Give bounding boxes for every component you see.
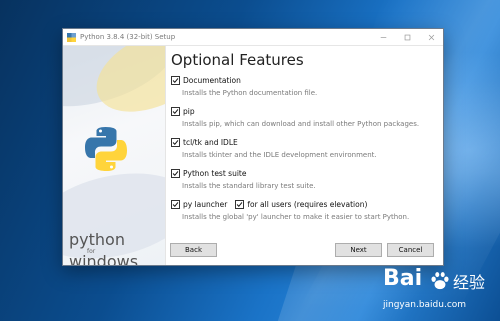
python-logo-icon [85,127,127,171]
py-launcher-label[interactable]: py launcher [183,200,227,209]
back-button[interactable]: Back [170,243,217,257]
features-panel: Optional Features Documentation Installs… [170,51,437,230]
option-documentation: Documentation [171,75,437,86]
minimize-icon [380,36,386,38]
checkmark-icon [172,202,179,207]
pip-description: Installs pip, which can download and ins… [182,120,420,128]
checkmark-icon [172,78,179,83]
test-suite-label[interactable]: Python test suite [183,169,246,178]
brand-windows-text: windows [69,252,139,266]
option-py-launcher: py launcher for all users (requires elev… [171,199,437,210]
watermark-jingyan-text: 经验 [453,273,486,292]
for-all-users-label[interactable]: for all users (requires elevation) [247,200,367,209]
next-button[interactable]: Next [335,243,382,257]
for-all-users-checkbox[interactable] [235,200,245,209]
tcltk-idle-checkbox[interactable] [171,138,180,147]
option-pip: pip [171,106,437,117]
window-title: Python 3.8.4 (32-bit) Setup [80,33,176,41]
documentation-label[interactable]: Documentation [183,76,241,85]
option-tcltk-idle: tcl/tk and IDLE [171,137,437,148]
documentation-description: Installs the Python documentation file. [182,89,318,97]
pip-checkbox[interactable] [171,107,180,116]
checkmark-icon [172,109,179,114]
py-launcher-description: Installs the global 'py' launcher to mak… [182,213,410,221]
setup-window: Python 3.8.4 (32-bit) Setup python for w… [62,28,444,266]
minimize-button[interactable] [371,29,395,45]
watermark-brand-text: Bai [383,266,423,291]
test-suite-description: Installs the standard library test suite… [182,182,316,190]
checkmark-icon [237,202,243,207]
title-bar: Python 3.8.4 (32-bit) Setup [63,29,443,46]
python-app-icon [67,32,76,42]
pip-label[interactable]: pip [183,107,195,116]
brand-python-text: python [69,230,125,249]
maximize-icon [404,34,410,40]
tcltk-idle-label[interactable]: tcl/tk and IDLE [183,138,238,147]
option-test-suite: Python test suite [171,168,437,179]
maximize-button[interactable] [395,29,419,45]
page-title: Optional Features [171,51,304,69]
python-for-windows-brand: python for windows [69,230,139,266]
watermark-url: jingyan.baidu.com [383,300,467,310]
documentation-checkbox[interactable] [171,76,180,85]
tcltk-idle-description: Installs tkinter and the IDLE developmen… [182,151,377,159]
checkmark-icon [172,140,179,145]
close-icon [428,34,434,40]
cancel-button[interactable]: Cancel [387,243,434,257]
checkmark-icon [172,171,179,176]
py-launcher-checkbox[interactable] [171,200,180,209]
sidebar-banner: python for windows [63,46,166,265]
test-suite-checkbox[interactable] [171,169,180,178]
close-button[interactable] [419,29,443,45]
baidu-jingyan-watermark: Bai 经验 jingyan.baidu.com [383,266,498,318]
baidu-paw-icon [431,272,449,290]
